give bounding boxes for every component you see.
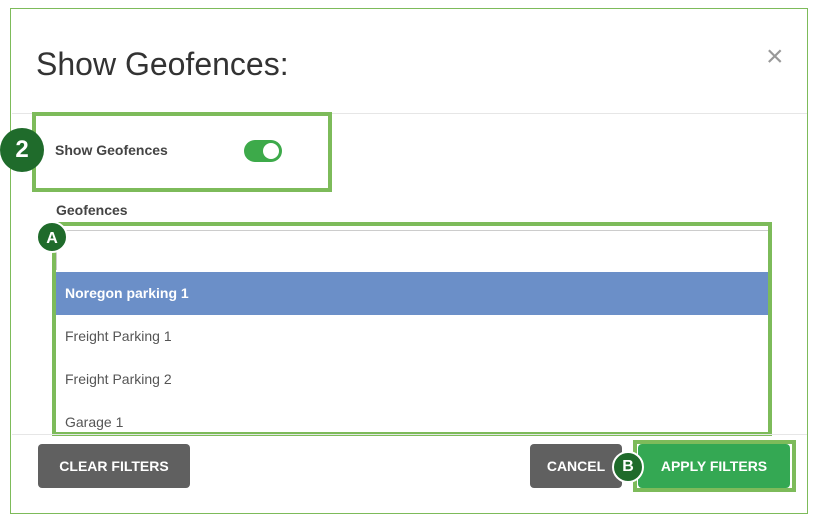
show-geofences-label: Show Geofences: [55, 142, 168, 158]
show-geofences-toggle[interactable]: [244, 140, 282, 162]
geofences-highlight-box: [52, 222, 772, 436]
marker-b-badge: B: [612, 451, 644, 483]
footer-divider: [12, 434, 807, 435]
dialog-title: Show Geofences:: [36, 46, 289, 82]
apply-highlight-box: [633, 440, 796, 492]
cancel-button[interactable]: CANCEL: [530, 444, 622, 488]
close-icon[interactable]: ×: [766, 42, 784, 72]
clear-filters-button[interactable]: CLEAR FILTERS: [38, 444, 190, 488]
geofences-label: Geofences: [56, 202, 128, 218]
marker-a-badge: A: [36, 221, 68, 253]
toggle-knob: [263, 143, 279, 159]
step-badge: 2: [0, 128, 44, 172]
